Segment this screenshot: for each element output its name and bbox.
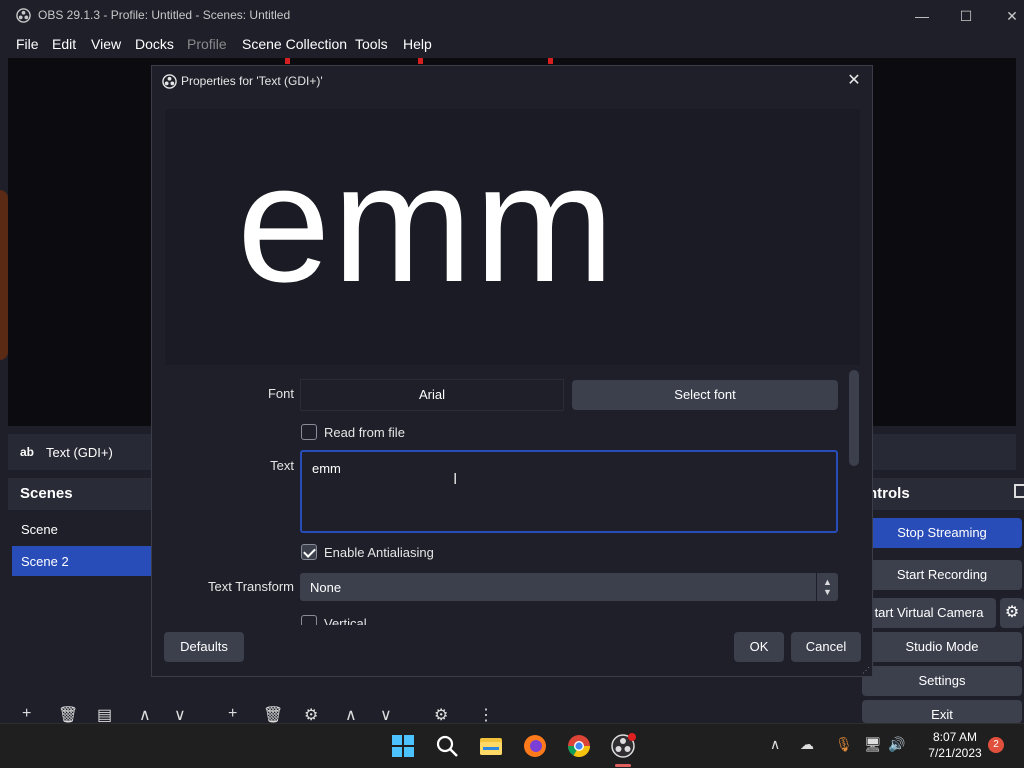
studio-mode-button[interactable]: Studio Mode	[862, 632, 1022, 662]
preview-source-edge	[0, 190, 8, 360]
enable-antialiasing-label: Enable Antialiasing	[324, 545, 434, 560]
virtual-camera-settings-gear-icon[interactable]: ⚙	[1000, 598, 1024, 628]
obs-active-indicator	[615, 764, 631, 767]
resize-grip-icon[interactable]: ⋰	[862, 666, 870, 675]
firefox-icon[interactable]	[522, 733, 548, 759]
windows-start-icon[interactable]	[390, 733, 416, 759]
file-explorer-icon[interactable]	[478, 733, 504, 759]
scene-item[interactable]: Scene	[12, 514, 152, 544]
source-bound-marker	[285, 58, 290, 64]
start-virtual-camera-button[interactable]: tart Virtual Camera	[862, 598, 996, 628]
show-hidden-icons-chevron-up-icon[interactable]: ∧	[770, 736, 780, 753]
menu-view[interactable]: View	[91, 36, 121, 52]
scene-item-active[interactable]: Scene 2	[12, 546, 152, 576]
move-source-up-icon[interactable]: ∧	[345, 705, 357, 725]
move-scene-up-icon[interactable]: ∧	[139, 705, 151, 725]
cloud-offline-icon[interactable]: ☁	[800, 736, 814, 753]
text-source-icon: ab	[20, 445, 35, 459]
properties-dialog: Properties for 'Text (GDI+)' ✕ emm Font …	[151, 65, 873, 677]
add-scene-icon[interactable]: +	[22, 705, 31, 723]
text-cursor-icon: I	[453, 471, 458, 488]
exit-button[interactable]: Exit	[862, 700, 1022, 723]
vertical-label: Vertical	[324, 616, 367, 625]
volume-icon[interactable]: 🔊	[888, 736, 905, 753]
vertical-checkbox[interactable]	[301, 615, 317, 625]
move-scene-down-icon[interactable]: ∨	[174, 705, 186, 725]
select-font-button[interactable]: Select font	[572, 380, 838, 410]
preview-rendered-text: emm	[237, 129, 617, 317]
text-transform-select[interactable]: None ▲ ▼	[300, 573, 838, 601]
menu-profile[interactable]: Profile	[187, 36, 227, 52]
stop-streaming-button[interactable]: Stop Streaming	[862, 518, 1022, 548]
vertical-row-clip: Vertical	[165, 613, 845, 625]
defaults-button[interactable]: Defaults	[164, 632, 244, 662]
selected-source-name: Text (GDI+)	[46, 445, 113, 460]
remove-scene-icon[interactable]: 🗑	[58, 705, 78, 725]
scenes-dock-header: Scenes	[8, 478, 152, 510]
text-input[interactable]: emm	[300, 450, 838, 533]
audio-menu-kebab-icon[interactable]: ⋮	[478, 705, 494, 725]
menu-edit[interactable]: Edit	[52, 36, 76, 52]
menu-file[interactable]: File	[16, 36, 39, 52]
dialog-close-icon[interactable]: ✕	[844, 71, 864, 91]
network-icon[interactable]: 🖥	[864, 736, 882, 753]
source-properties-gear-icon[interactable]: ⚙	[304, 705, 318, 725]
font-name-display: Arial	[300, 379, 564, 411]
clock-date[interactable]: 7/21/2023	[920, 746, 990, 760]
remove-source-icon[interactable]: 🗑	[263, 705, 283, 725]
scenes-dock-title: Scenes	[20, 485, 73, 502]
undock-icon[interactable]	[1014, 484, 1024, 498]
clock-time[interactable]: 8:07 AM	[920, 730, 990, 744]
move-source-down-icon[interactable]: ∨	[380, 705, 392, 725]
read-from-file-label: Read from file	[324, 425, 405, 440]
menu-bar: File Edit View Docks Profile Scene Colle…	[0, 32, 1024, 56]
menu-tools[interactable]: Tools	[355, 36, 388, 52]
notification-badge[interactable]: 2	[988, 737, 1004, 753]
close-window-button[interactable]: ✕	[1002, 6, 1022, 26]
obs-icon[interactable]	[610, 733, 636, 759]
enable-antialiasing-checkbox[interactable]	[301, 544, 317, 560]
search-icon[interactable]	[434, 733, 460, 759]
window-title: OBS 29.1.3 - Profile: Untitled - Scenes:…	[38, 8, 291, 22]
menu-docks[interactable]: Docks	[135, 36, 174, 52]
source-bound-marker	[418, 58, 423, 64]
chrome-icon[interactable]	[566, 733, 592, 759]
updown-arrows-icon: ▲ ▼	[816, 573, 838, 601]
add-source-icon[interactable]: +	[228, 705, 237, 723]
properties-scrollbar[interactable]	[849, 370, 859, 466]
cancel-button[interactable]: Cancel	[791, 632, 861, 662]
text-transform-value: None	[310, 580, 342, 595]
text-label: Text	[270, 458, 294, 473]
controls-dock-header: ntrols	[862, 478, 1024, 510]
source-bound-marker	[548, 58, 553, 64]
read-from-file-checkbox[interactable]	[301, 424, 317, 440]
microphone-icon[interactable]: 🎙	[835, 736, 853, 753]
menu-help[interactable]: Help	[403, 36, 432, 52]
maximize-button[interactable]: ☐	[956, 6, 976, 26]
audio-advanced-gear-icon[interactable]: ⚙	[434, 705, 448, 725]
scene-filters-icon[interactable]: ▤	[97, 705, 112, 725]
minimize-button[interactable]: —	[912, 6, 932, 26]
text-transform-label: Text Transform	[208, 579, 294, 594]
windows-taskbar: ∧ ☁ 🎙 🖥 🔊 8:07 AM 7/21/2023 2	[0, 723, 1024, 768]
menu-scene-collection[interactable]: Scene Collection	[242, 36, 347, 52]
ok-button[interactable]: OK	[734, 632, 784, 662]
text-source-preview: emm	[165, 109, 860, 365]
controls-dock-title: ntrols	[868, 485, 910, 502]
settings-button[interactable]: Settings	[862, 666, 1022, 696]
font-label: Font	[267, 386, 294, 401]
title-bar: OBS 29.1.3 - Profile: Untitled - Scenes:…	[0, 0, 1024, 32]
start-recording-button[interactable]: Start Recording	[862, 560, 1022, 590]
obs-dialog-icon	[162, 74, 177, 89]
dialog-title: Properties for 'Text (GDI+)'	[181, 74, 323, 88]
obs-app-icon	[16, 8, 31, 23]
